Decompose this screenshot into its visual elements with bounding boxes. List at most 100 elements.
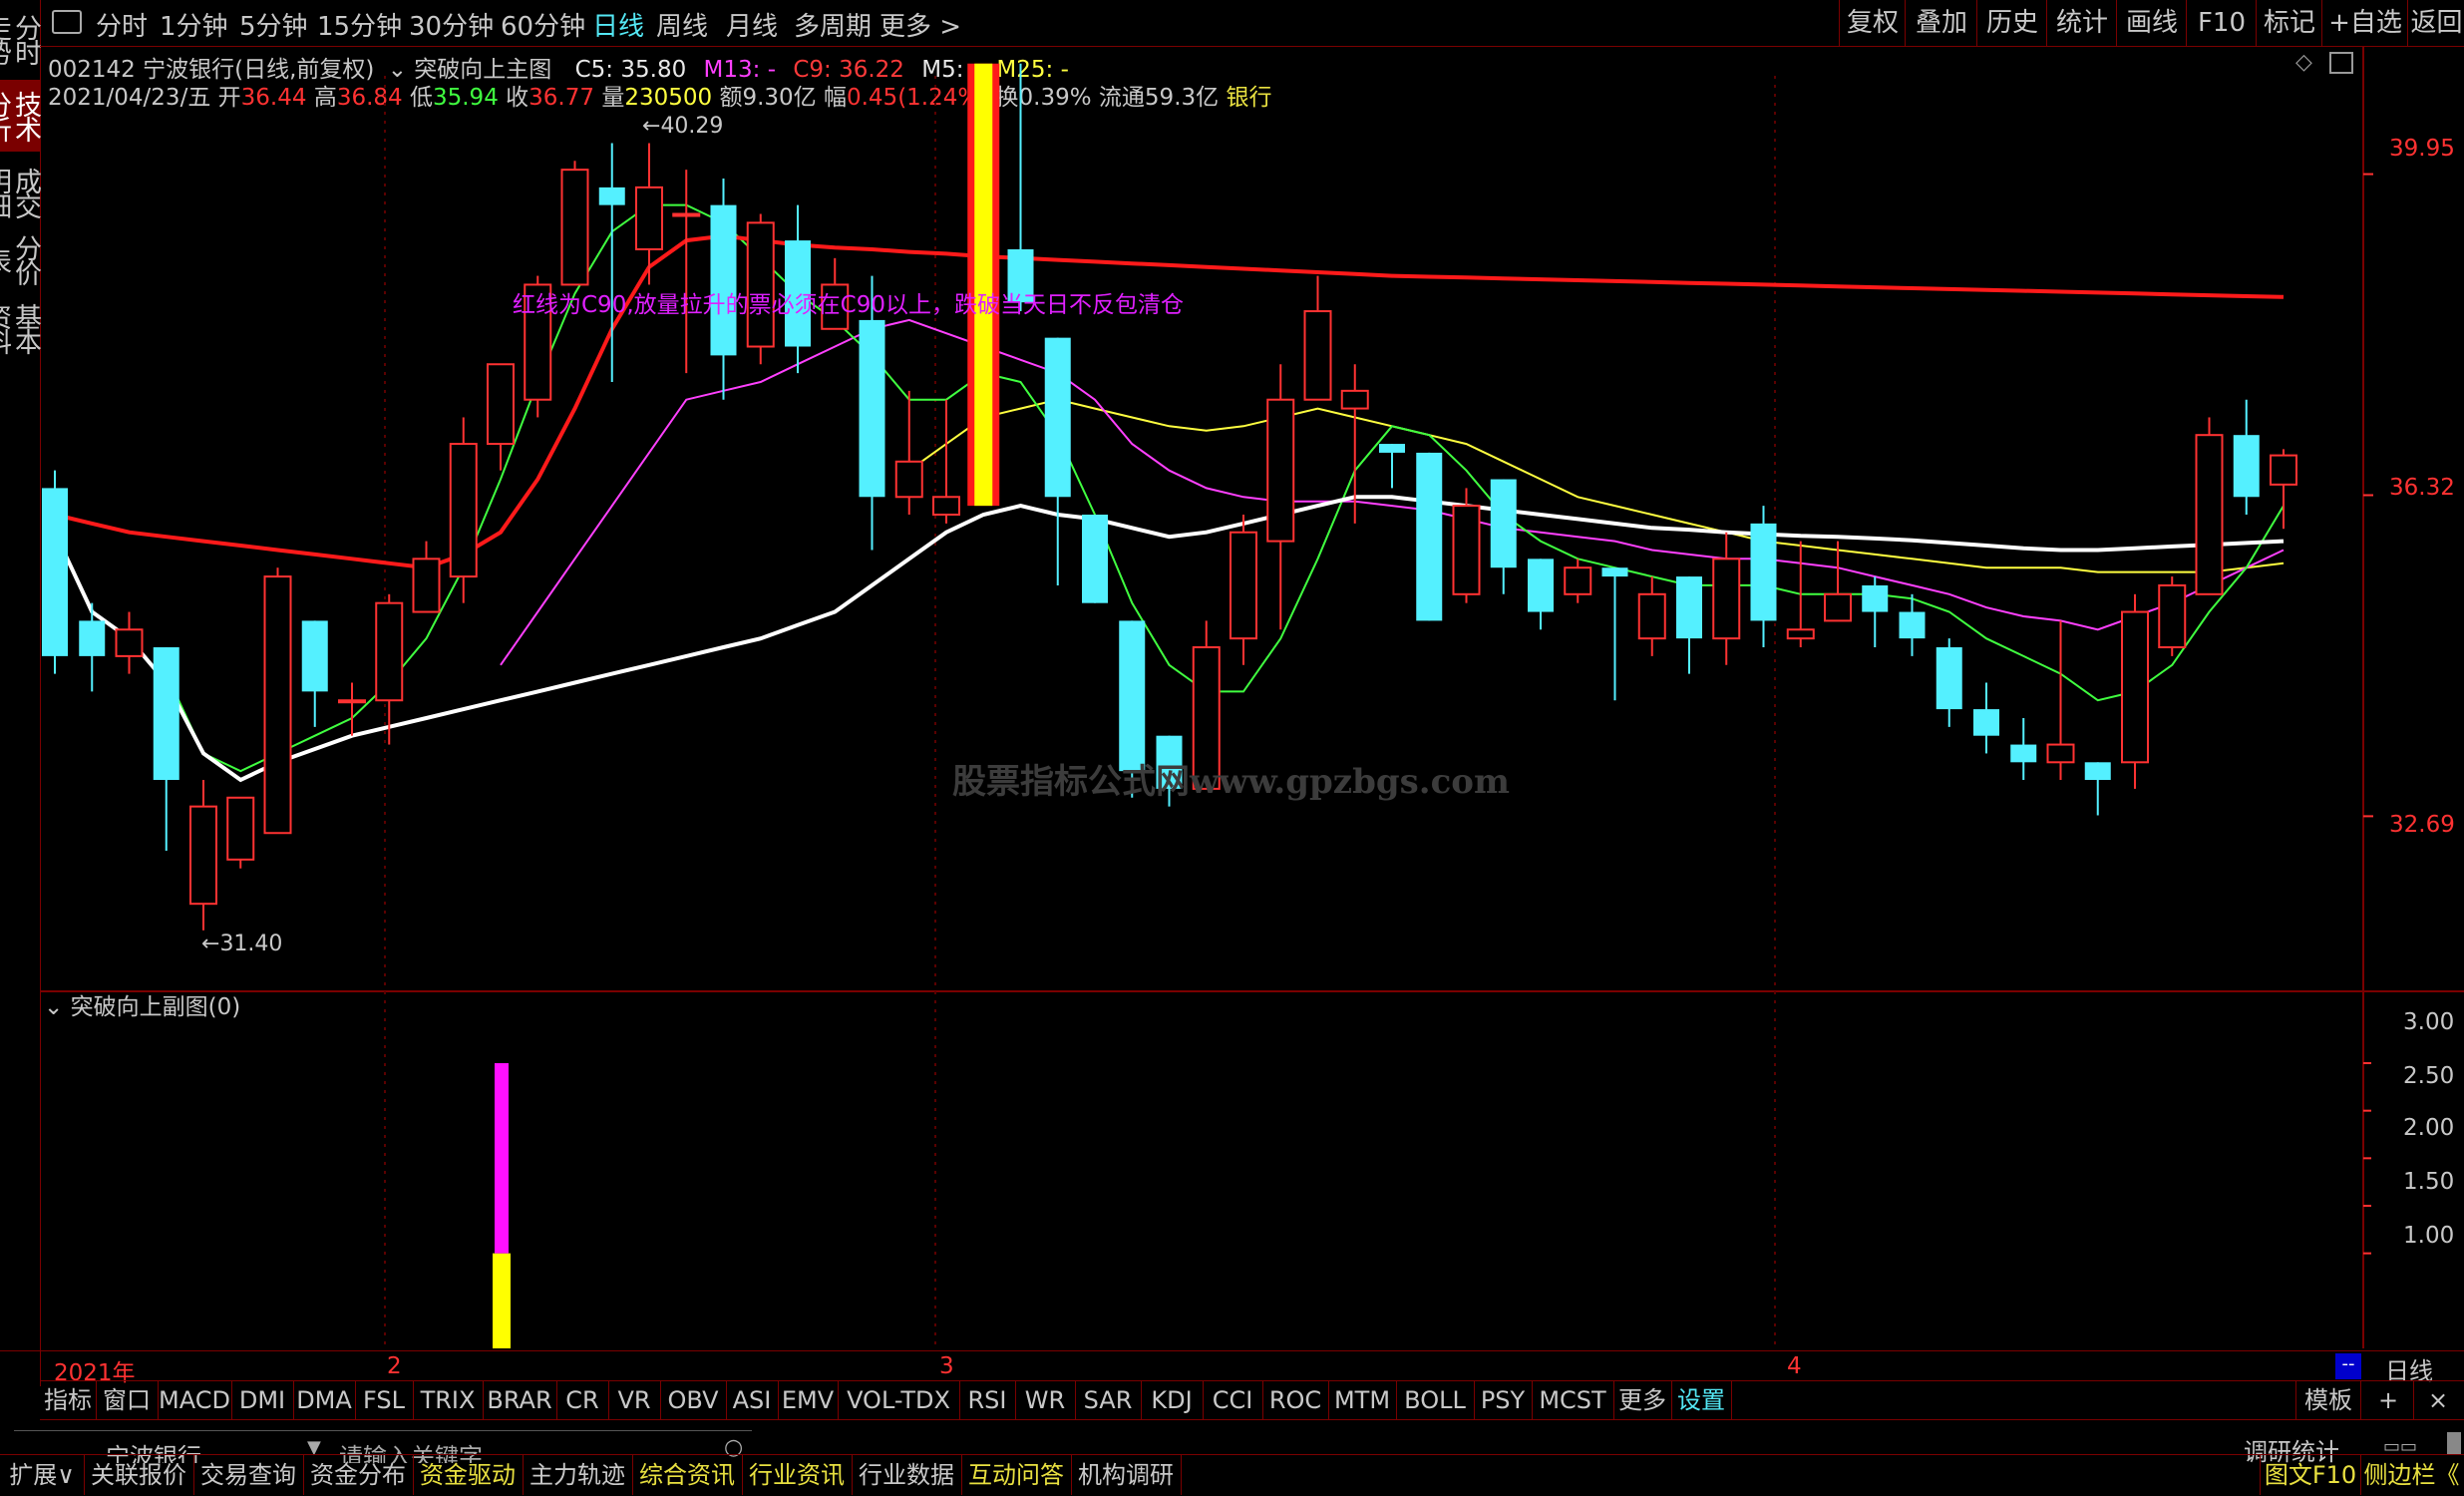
indicator-tab-25[interactable]: 设置 (1671, 1381, 1732, 1419)
indicator-tab-24[interactable]: 更多 (1613, 1381, 1672, 1419)
tab-time-share[interactable]: 分时走势 (0, 4, 41, 74)
indicator-tab-14[interactable]: RSI (959, 1381, 1016, 1419)
candle-body-down (1862, 584, 1889, 612)
indicator-tab-1[interactable]: 窗口 (96, 1381, 159, 1419)
stats-button[interactable]: 统计 (2046, 0, 2117, 46)
candle-body-up (1230, 531, 1257, 640)
tab-trade-details[interactable]: 成交明细 (0, 158, 41, 227)
sidebar-toggle-button[interactable]: 侧边栏《 (2359, 1455, 2464, 1495)
scrollbar-handle[interactable] (2447, 1432, 2461, 1454)
high-mark-label: ←40.29 (642, 114, 723, 139)
period-15min[interactable]: 15分钟 (317, 6, 402, 43)
period-fenshi[interactable]: 分时 (96, 6, 148, 43)
graphic-f10-button[interactable]: 图文F10 (2260, 1455, 2361, 1495)
f10-button[interactable]: F10 (2186, 0, 2257, 46)
back-button[interactable]: 返回 (2407, 0, 2464, 46)
indicator-tab-6[interactable]: TRIX (413, 1381, 484, 1419)
candle-body-up (2046, 743, 2075, 764)
indicator-tab-5[interactable]: FSL (355, 1381, 414, 1419)
status-tab-3[interactable]: 资金分布 (303, 1455, 414, 1495)
candle-body-up (115, 628, 144, 657)
status-tab-8[interactable]: 行业数据 (852, 1455, 962, 1495)
add-watchlist-button[interactable]: +自选 (2321, 0, 2408, 46)
date-feb-label: 2 (387, 1353, 402, 1379)
period-60min[interactable]: 60分钟 (501, 6, 585, 43)
status-tab-2[interactable]: 交易查询 (193, 1455, 304, 1495)
indicator-tab-13[interactable]: VOL-TDX (838, 1381, 960, 1419)
status-tab-5[interactable]: 主力轨迹 (523, 1455, 633, 1495)
candle-body-down (1119, 620, 1146, 772)
status-tab-7[interactable]: 行业资讯 (742, 1455, 853, 1495)
candle-body-up (2270, 454, 2297, 486)
candle-body-down (1750, 523, 1777, 621)
candle-body-up (894, 460, 923, 499)
template-button[interactable]: 模板 (2295, 1381, 2361, 1419)
tab-technical-analysis[interactable]: 技术分析 (0, 80, 41, 152)
candle-body-up (1786, 628, 1815, 640)
indicator-tab-9[interactable]: VR (608, 1381, 661, 1419)
period-daily[interactable]: 日线 (592, 6, 644, 43)
indicator-tab-20[interactable]: MTM (1328, 1381, 1397, 1419)
candle-body-down (153, 647, 179, 781)
history-button[interactable]: 历史 (1976, 0, 2047, 46)
y-axis-label-low: 32.69 (2389, 812, 2455, 838)
indicator-tabs: 指标 窗口 MACD DMI DMA FSL TRIX BRAR CR VR OBV ASI EMV VO… (40, 1380, 2464, 1420)
period-monthly[interactable]: 月线 (726, 6, 778, 43)
status-tab-0[interactable]: 扩展∨ (0, 1455, 85, 1495)
indicator-tab-22[interactable]: PSY (1474, 1381, 1533, 1419)
candle-body-up (2158, 583, 2187, 649)
mark-button[interactable]: 标记 (2256, 0, 2322, 46)
indicator-tab-2[interactable]: MACD (158, 1381, 232, 1419)
date-axis: 2021年 2 3 4 -- 日线 (0, 1350, 2464, 1386)
indicator-tab-8[interactable]: CR (556, 1381, 609, 1419)
overlay-button[interactable]: 叠加 (1905, 0, 1977, 46)
indicator-tab-23[interactable]: MCST (1532, 1381, 1614, 1419)
candle-body-up (2121, 610, 2149, 764)
indicator-tab-11[interactable]: ASI (726, 1381, 779, 1419)
period-more[interactable]: 更多 > (880, 6, 961, 43)
fuquan-button[interactable]: 复权 (1839, 0, 1906, 46)
cursor-marker[interactable]: -- (2335, 1353, 2361, 1379)
candle-body-down (2084, 762, 2111, 781)
sub-y-label-1-5: 1.50 (2403, 1169, 2455, 1195)
sub-chart-title[interactable]: 突破向上副图(0) (71, 994, 241, 1020)
status-tab-6[interactable]: 综合资讯 (632, 1455, 743, 1495)
add-indicator-icon[interactable]: + (2363, 1381, 2414, 1419)
indicator-tab-0[interactable]: 指标 (40, 1381, 97, 1419)
period-5min[interactable]: 5分钟 (239, 6, 308, 43)
indicator-tab-15[interactable]: WR (1015, 1381, 1076, 1419)
indicator-tab-3[interactable]: DMI (231, 1381, 294, 1419)
period-multi[interactable]: 多周期 (794, 6, 872, 43)
indicator-tab-10[interactable]: OBV (660, 1381, 727, 1419)
period-30min[interactable]: 30分钟 (409, 6, 494, 43)
candle-body-up (1637, 592, 1666, 640)
candle-body-down (1973, 709, 1999, 736)
y-axis-label-mid: 36.32 (2389, 475, 2455, 501)
tab-basic-info[interactable]: 基本资料 (0, 293, 41, 363)
candle-body-down (1601, 567, 1628, 577)
status-tab-1[interactable]: 关联报价 (84, 1455, 194, 1495)
status-tab-9[interactable]: 互动问答 (961, 1455, 1072, 1495)
window-icon[interactable] (52, 10, 82, 34)
indicator-tab-12[interactable]: EMV (778, 1381, 839, 1419)
candle-body-down (1899, 611, 1926, 639)
draw-button[interactable]: 画线 (2116, 0, 2187, 46)
sub-chart-dropdown-icon[interactable]: ⌄ (44, 994, 71, 1020)
indicator-tab-18[interactable]: CCI (1203, 1381, 1263, 1419)
indicator-tab-7[interactable]: BRAR (483, 1381, 557, 1419)
candle-body-up (932, 496, 960, 517)
status-tab-10[interactable]: 机构调研 (1071, 1455, 1182, 1495)
period-1min[interactable]: 1分钟 (160, 6, 228, 43)
candle-body-down (710, 204, 737, 356)
status-tab-4[interactable]: 资金驱动 (413, 1455, 524, 1495)
close-indicator-icon[interactable]: × (2413, 1381, 2463, 1419)
indicator-tab-17[interactable]: KDJ (1141, 1381, 1204, 1419)
indicator-tab-16[interactable]: SAR (1075, 1381, 1142, 1419)
candle-body-up (560, 169, 589, 286)
indicator-tab-21[interactable]: BOLL (1396, 1381, 1475, 1419)
period-weekly[interactable]: 周线 (656, 6, 708, 43)
indicator-tab-19[interactable]: ROC (1262, 1381, 1329, 1419)
indicator-tab-4[interactable]: DMA (293, 1381, 356, 1419)
tab-price-table[interactable]: 分价表 (0, 233, 41, 285)
y-axis-label-top: 39.95 (2389, 136, 2455, 162)
